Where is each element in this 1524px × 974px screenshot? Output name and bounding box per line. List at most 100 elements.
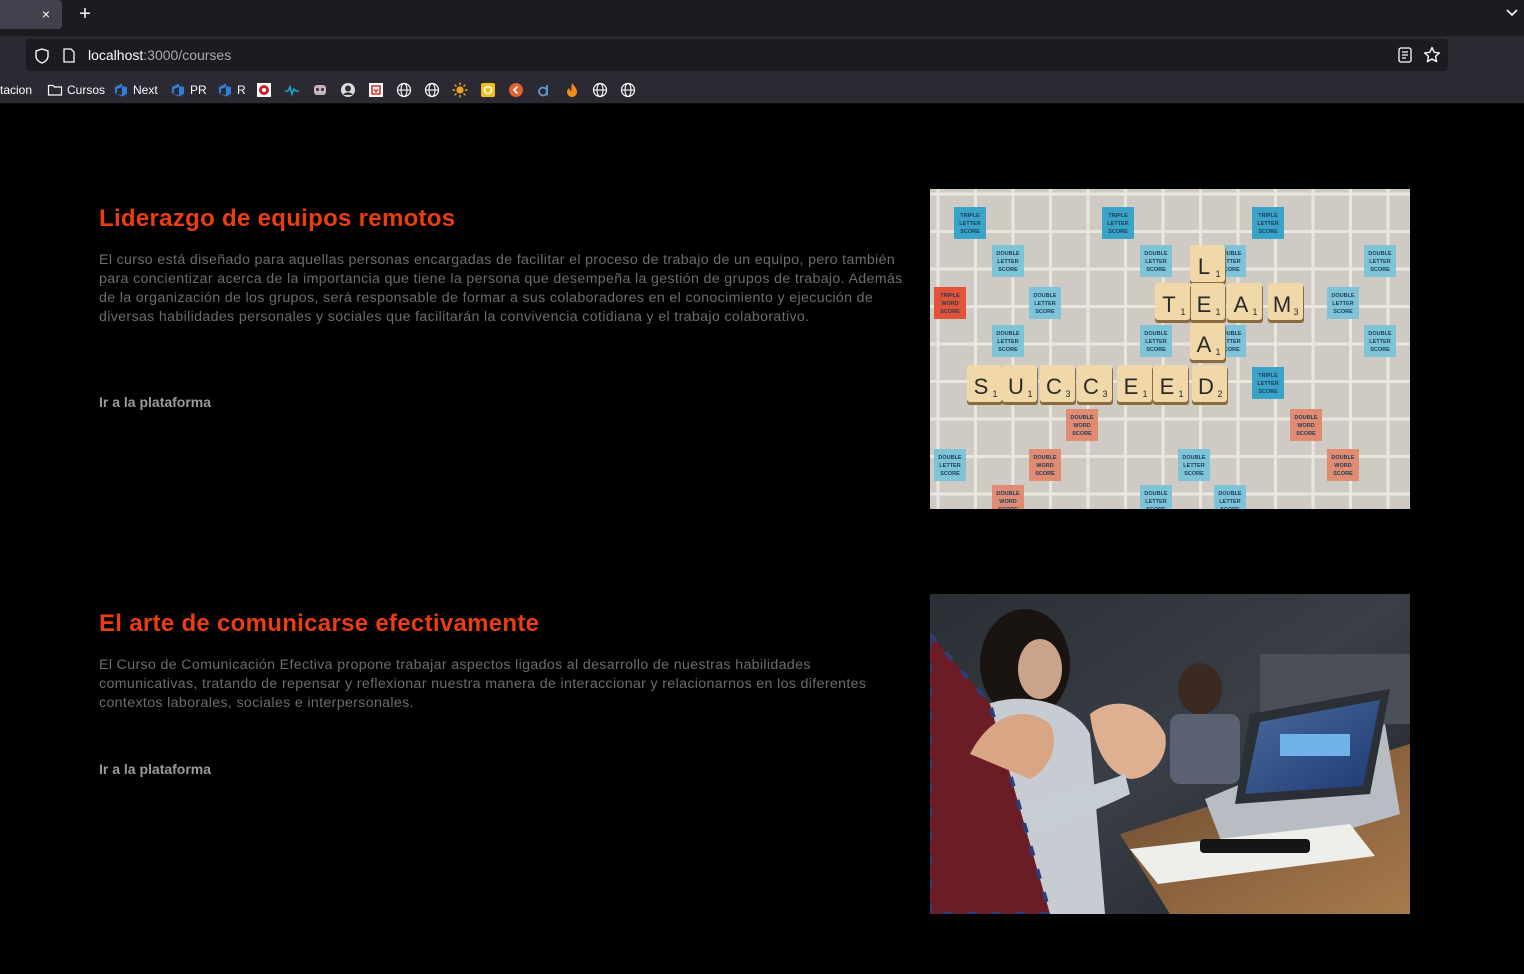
premium-square: DOUBLE LETTER SCORE <box>1178 449 1210 481</box>
letter-tile: C3 <box>1077 365 1113 405</box>
premium-square-label: SCORE <box>1296 431 1316 437</box>
tile-score: 2 <box>1217 389 1222 399</box>
letter-tile: S1 <box>967 365 1003 405</box>
url-text[interactable]: localhost:3000/courses <box>88 47 231 63</box>
tile-score: 3 <box>1102 389 1107 399</box>
bookmark-item[interactable] <box>452 81 468 99</box>
scrabble-board-illustration: TRIPLELETTERSCORETRIPLELETTERSCORETRIPLE… <box>930 189 1410 509</box>
tile-letter: T <box>1162 292 1175 317</box>
premium-square-label: DOUBLE <box>1070 415 1094 421</box>
premium-square-label: WORD <box>941 301 958 307</box>
premium-square-label: SCORE <box>1258 389 1278 395</box>
globe-icon <box>592 82 608 98</box>
bookmark-item[interactable] <box>564 81 580 99</box>
premium-square-label: DOUBLE <box>1218 491 1242 497</box>
premium-square-label: DOUBLE <box>1331 293 1355 299</box>
premium-square: DOUBLE LETTER SCORE <box>992 325 1024 357</box>
letter-tile: A1 <box>1190 323 1226 363</box>
page-icon <box>63 48 75 63</box>
premium-square-label: LETTER <box>1107 221 1128 227</box>
premium-square-label: SCORE <box>1220 507 1240 509</box>
premium-square-label: TRIPLE <box>1108 213 1128 219</box>
premium-square: DOUBLE LETTER SCORE <box>1140 485 1172 509</box>
letter-tile: E1 <box>1153 365 1189 405</box>
tab-list-chevron-icon[interactable] <box>1504 4 1520 20</box>
course-card: Liderazgo de equipos remotos El curso es… <box>99 189 1410 509</box>
tile-score: 1 <box>1215 269 1220 279</box>
premium-square-label: WORD <box>1334 463 1351 469</box>
premium-square-label: DOUBLE <box>1144 491 1168 497</box>
course-description: El Curso de Comunicación Efectiva propon… <box>99 657 867 711</box>
premium-square-label: SCORE <box>960 229 980 235</box>
premium-square: TRIPLE LETTER SCORE <box>954 207 986 239</box>
bookmark-item[interactable] <box>536 81 552 99</box>
bookmark-item[interactable]: Next <box>113 81 158 99</box>
premium-square-label: DOUBLE <box>996 491 1020 497</box>
bookmark-item[interactable] <box>620 81 636 99</box>
bookmark-item[interactable]: R <box>217 81 246 99</box>
premium-square-label: DOUBLE <box>1144 251 1168 257</box>
premium-square: DOUBLE LETTER SCORE <box>1364 245 1396 277</box>
bookmark-item[interactable] <box>368 81 384 99</box>
bookmark-folder-cursos[interactable]: Cursos <box>47 81 105 99</box>
premium-square-label: LETTER <box>997 259 1018 265</box>
shield-icon[interactable] <box>35 48 49 64</box>
tile-letter: E <box>1197 292 1212 317</box>
bookmark-item[interactable] <box>312 81 328 99</box>
premium-square-label: DOUBLE <box>1331 455 1355 461</box>
bookmark-item[interactable]: tacion <box>0 81 32 99</box>
premium-square-label: LETTER <box>1257 381 1278 387</box>
tile-letter: M <box>1273 292 1291 317</box>
red-badge-site-icon <box>369 83 383 97</box>
platform-link[interactable]: Ir a la plataforma <box>99 761 211 777</box>
premium-square: DOUBLE LETTER SCORE <box>934 449 966 481</box>
new-tab-button[interactable]: + <box>75 3 95 25</box>
letter-tile: L1 <box>1190 245 1226 285</box>
premium-square-label: SCORE <box>1035 471 1055 477</box>
premium-square-label: LETTER <box>1369 259 1390 265</box>
orange-circle-icon <box>509 83 523 97</box>
bookmark-item[interactable] <box>396 81 412 99</box>
premium-square-label: LETTER <box>1183 463 1204 469</box>
premium-square-label: TRIPLE <box>1258 373 1278 379</box>
premium-square-label: SCORE <box>940 471 960 477</box>
letter-tile: C3 <box>1040 365 1076 405</box>
letter-tile: A1 <box>1227 283 1263 323</box>
tile-score: 1 <box>1027 389 1032 399</box>
url-bar[interactable]: localhost:3000/courses <box>26 39 1448 71</box>
bookmark-item[interactable] <box>480 81 496 99</box>
bookmark-item[interactable] <box>284 81 300 99</box>
letter-tile: T1 <box>1155 283 1191 323</box>
sun-icon <box>452 82 468 98</box>
bookmark-item[interactable] <box>592 81 608 99</box>
tile-letter: E <box>1160 374 1175 399</box>
premium-square-label: TRIPLE <box>960 213 980 219</box>
tile-score: 1 <box>1142 389 1147 399</box>
bookmark-item[interactable]: PR <box>170 81 207 99</box>
tile-letter: S <box>974 374 989 399</box>
premium-square-label: LETTER <box>1369 339 1390 345</box>
active-tab[interactable]: × <box>0 0 62 29</box>
premium-square-label: DOUBLE <box>996 331 1020 337</box>
reader-view-icon[interactable] <box>1398 47 1412 63</box>
tab-close-button[interactable]: × <box>38 6 54 22</box>
letter-tile: U1 <box>1002 365 1038 405</box>
premium-square: TRIPLE LETTER SCORE <box>1252 207 1284 239</box>
tile-score: 1 <box>1215 307 1220 317</box>
azure-devops-icon <box>172 83 184 97</box>
bookmark-item[interactable] <box>340 81 356 99</box>
bookmark-item[interactable] <box>508 81 524 99</box>
premium-square-label: TRIPLE <box>940 293 960 299</box>
globe-icon <box>396 82 412 98</box>
bookmark-item[interactable] <box>256 81 272 99</box>
letter-tile: E1 <box>1117 365 1153 405</box>
bookmark-star-icon[interactable] <box>1423 46 1441 64</box>
premium-square-label: SCORE <box>1072 431 1092 437</box>
bookmark-item[interactable] <box>424 81 440 99</box>
tile-letter: C <box>1046 374 1062 399</box>
platform-link[interactable]: Ir a la plataforma <box>99 394 211 410</box>
premium-square-label: DOUBLE <box>1294 415 1318 421</box>
premium-square-label: WORD <box>1073 423 1090 429</box>
tile-score: 1 <box>1215 347 1220 357</box>
premium-square: DOUBLE WORD SCORE <box>1327 449 1359 481</box>
